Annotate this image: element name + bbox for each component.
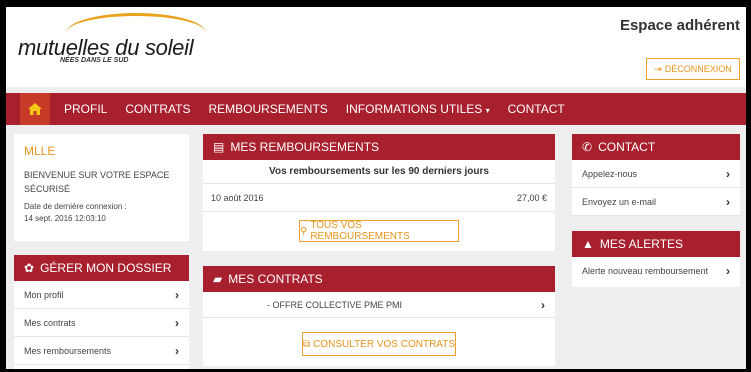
- folder-icon: ▰: [213, 272, 223, 286]
- alerte-item[interactable]: Alerte nouveau remboursement ›: [572, 257, 740, 285]
- contrat-row[interactable]: - OFFRE COLLECTIVE PME PMI ›: [203, 292, 555, 318]
- chevron-right-icon: ›: [726, 264, 730, 278]
- dossier-item-contrats[interactable]: Mes contrats ›: [14, 309, 189, 337]
- contact-title: CONTACT: [598, 140, 656, 154]
- chevron-right-icon: ›: [175, 315, 179, 330]
- nav-item-contact[interactable]: CONTACT: [508, 102, 565, 116]
- last-connection: Date de dernière connexion : 14 sept. 20…: [24, 201, 179, 225]
- caret-down-icon: ▾: [485, 106, 490, 115]
- contact-item-email[interactable]: Envoyez un e-mail ›: [572, 188, 740, 216]
- logo-tagline: NÉES DANS LE SUD: [60, 57, 129, 64]
- welcome-text: BIENVENUE SUR VOTRE ESPACE SÉCURISÉ: [24, 170, 170, 194]
- chevron-right-icon: ›: [175, 287, 179, 302]
- contrats-panel: ▰ MES CONTRATS - OFFRE COLLECTIVE PME PM…: [203, 266, 555, 366]
- logout-button[interactable]: ⇥ DÉCONNEXION: [646, 58, 740, 80]
- remboursements-subtitle: Vos remboursements sur les 90 derniers j…: [203, 160, 555, 184]
- remboursements-title: MES REMBOURSEMENTS: [230, 140, 380, 154]
- page: mutuelles du soleil NÉES DANS LE SUD Esp…: [6, 7, 746, 369]
- logout-icon: ⇥: [654, 63, 662, 74]
- contact-item-call[interactable]: Appelez-nous ›: [572, 160, 740, 188]
- consult-contrats-label: CONSULTER VOS CONTRATS: [313, 338, 456, 350]
- contact-item-label: Appelez-nous: [582, 168, 638, 179]
- all-remboursements-button[interactable]: ⚲ TOUS VOS REMBOURSEMENTS: [299, 220, 459, 242]
- alertes-header: ▲ MES ALERTES: [572, 231, 740, 257]
- header: mutuelles du soleil NÉES DANS LE SUD Esp…: [6, 7, 746, 87]
- dossier-header: ✿ GÉRER MON DOSSIER: [14, 255, 189, 281]
- chevron-right-icon: ›: [175, 343, 179, 358]
- remboursements-header: ▤ MES REMBOURSEMENTS: [203, 134, 555, 160]
- home-icon: [28, 103, 42, 115]
- chevron-right-icon: ›: [726, 166, 730, 181]
- main-nav: PROFIL CONTRATS REMBOURSEMENTS INFORMATI…: [6, 93, 746, 125]
- gear-icon: ✿: [24, 261, 35, 275]
- dossier-title: GÉRER MON DOSSIER: [40, 261, 172, 275]
- user-name: MLLE: [24, 144, 56, 158]
- last-connection-label: Date de dernière connexion :: [24, 202, 127, 211]
- bell-icon: ▲: [582, 237, 594, 251]
- credit-card-icon: ▤: [213, 140, 225, 154]
- contrats-title: MES CONTRATS: [228, 272, 323, 286]
- logo-sun-arc: [66, 13, 206, 37]
- logout-label: DÉCONNEXION: [664, 64, 732, 74]
- contrat-label: - OFFRE COLLECTIVE PME PMI: [267, 299, 403, 310]
- user-panel: MLLE BIENVENUE SUR VOTRE ESPACE SÉCURISÉ…: [14, 134, 189, 241]
- alertes-title: MES ALERTES: [599, 237, 684, 251]
- dossier-item-label: Mes remboursements: [24, 345, 112, 356]
- all-remboursements-label: TOUS VOS REMBOURSEMENTS: [310, 220, 410, 242]
- dossier-item-label: Mon profil: [24, 289, 64, 300]
- dossier-item-profil[interactable]: Mon profil ›: [14, 281, 189, 309]
- remboursement-row: 10 août 2016 27,00 €: [203, 184, 555, 212]
- remboursement-date: 10 août 2016: [211, 192, 264, 203]
- nav-item-remboursements[interactable]: REMBOURSEMENTS: [208, 102, 327, 116]
- nav-item-contrats[interactable]: CONTRATS: [125, 102, 190, 116]
- consult-contrats-button[interactable]: ⧉ CONSULTER VOS CONTRATS: [302, 332, 456, 356]
- last-connection-value: 14 sept. 2016 12:03:10: [24, 214, 106, 223]
- alerte-item-label: Alerte nouveau remboursement: [582, 266, 709, 276]
- contact-panel: ✆ CONTACT Appelez-nous › Envoyez un e-ma…: [572, 134, 740, 216]
- search-icon: ⚲: [300, 225, 308, 237]
- dossier-item-remboursements[interactable]: Mes remboursements ›: [14, 337, 189, 365]
- nav-item-informations-utiles[interactable]: INFORMATIONS UTILES ▾: [346, 102, 490, 116]
- chevron-right-icon: ›: [541, 297, 545, 312]
- home-button[interactable]: [20, 93, 50, 125]
- remboursements-panel: ▤ MES REMBOURSEMENTS Vos remboursements …: [203, 134, 555, 251]
- nav-item-informations-label: INFORMATIONS UTILES: [345, 102, 483, 116]
- chevron-right-icon: ›: [726, 194, 730, 209]
- page-title: Espace adhérent: [619, 17, 740, 34]
- copy-icon: ⧉: [303, 338, 311, 350]
- contrats-header: ▰ MES CONTRATS: [203, 266, 555, 292]
- remboursement-amount: 27,00 €: [516, 192, 547, 203]
- alertes-panel: ▲ MES ALERTES Alerte nouveau rembourseme…: [572, 231, 740, 287]
- dossier-panel: ✿ GÉRER MON DOSSIER Mon profil › Mes con…: [14, 255, 189, 369]
- contact-item-label: Envoyez un e-mail: [582, 196, 657, 207]
- phone-icon: ✆: [582, 140, 593, 154]
- dossier-item-label: Mes contrats: [24, 317, 76, 328]
- nav-item-profil[interactable]: PROFIL: [64, 102, 107, 116]
- contact-header: ✆ CONTACT: [572, 134, 740, 160]
